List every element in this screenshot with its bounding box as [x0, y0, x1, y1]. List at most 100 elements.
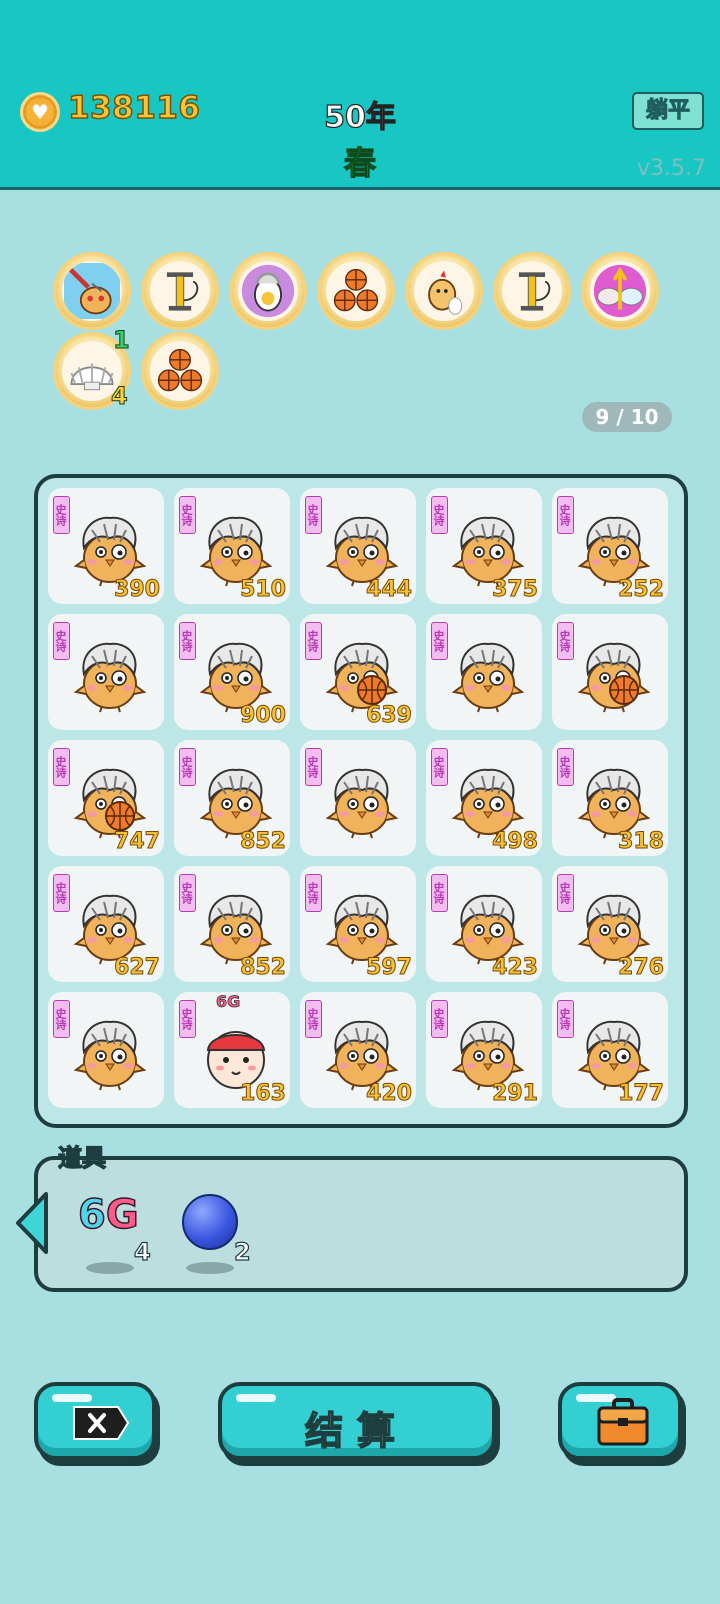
three-basketballs-icon [150, 341, 210, 401]
item-shadow [86, 1262, 134, 1274]
buff-chick-injection-icon[interactable] [53, 252, 131, 330]
grid-cell[interactable]: 史诗 900 [174, 614, 290, 730]
blueberry-icon[interactable] [182, 1194, 238, 1250]
top-bar: ♥ 138116 50年 春 躺平 v3.5.7 [0, 0, 720, 190]
grid-cell[interactable]: 史诗 [48, 614, 164, 730]
cell-value: 390 [114, 577, 161, 603]
lie-flat-button[interactable]: 躺平 [632, 92, 704, 130]
rarity-tag: 史诗 [179, 1000, 196, 1038]
items-title: 道具 [57, 1143, 106, 1172]
cell-value: 639 [366, 703, 413, 729]
grid-cell[interactable]: 史诗 597 [300, 866, 416, 982]
chick-icon [196, 508, 276, 588]
chick-icon [448, 886, 528, 966]
buff-chick-with-egg-icon[interactable] [405, 252, 483, 330]
rarity-tag: 史诗 [53, 622, 70, 660]
grid-cell[interactable]: 史诗 852 [174, 866, 290, 982]
rarity-tag: 史诗 [557, 496, 574, 534]
chick-icon [448, 1012, 528, 1092]
rarity-tag: 史诗 [179, 622, 196, 660]
buff-three-basketballs-icon[interactable] [317, 252, 395, 330]
briefcase-icon [597, 1398, 649, 1446]
grid-cell[interactable]: 史诗 390 [48, 488, 164, 604]
item-blueberry-count: 2 [233, 1237, 251, 1266]
grid-cell[interactable]: 史诗 177 [552, 992, 668, 1108]
buff-double-bowl-arrow-icon[interactable] [581, 252, 659, 330]
grid-cell[interactable]: 史诗 276 [552, 866, 668, 982]
chick-basketball-icon [574, 634, 654, 714]
rarity-tag: 史诗 [53, 1000, 70, 1038]
grid-cell[interactable]: 史诗 [426, 614, 542, 730]
rarity-tag: 史诗 [53, 874, 70, 912]
item-shadow [186, 1262, 234, 1274]
grid-cell[interactable]: 史诗 510 [174, 488, 290, 604]
version-label: v3.5.7 [637, 156, 706, 181]
chick-icon [448, 508, 528, 588]
grid-cell[interactable]: 史诗 [552, 614, 668, 730]
grid-cell[interactable]: 史诗 [300, 740, 416, 856]
chick-icon [322, 760, 402, 840]
cell-value: 276 [618, 955, 665, 981]
settle-button[interactable]: 结算 [218, 1382, 496, 1460]
chick-icon [574, 760, 654, 840]
grid-cell[interactable]: 史诗 498 [426, 740, 542, 856]
grid-cell[interactable]: 史诗 375 [426, 488, 542, 604]
page-indicator: 9 / 10 [582, 402, 672, 432]
chick-injection-icon [62, 261, 122, 321]
cell-value: 627 [114, 955, 161, 981]
chick-icon [196, 760, 276, 840]
grid-cell[interactable]: 史诗 291 [426, 992, 542, 1108]
cell-value: 375 [492, 577, 539, 603]
grid-cell[interactable]: 史诗 420 [300, 992, 416, 1108]
briefcase-button[interactable] [558, 1382, 682, 1460]
close-button[interactable] [34, 1382, 156, 1460]
grid-cell[interactable]: 史诗 852 [174, 740, 290, 856]
cell-value: 444 [366, 577, 413, 603]
egg-with-hair-icon [238, 261, 298, 321]
grid-cell[interactable]: 6G 史诗 163 [174, 992, 290, 1108]
three-basketballs-icon [326, 261, 386, 321]
buff-three-basketballs-icon[interactable] [141, 332, 219, 410]
rarity-tag: 史诗 [431, 1000, 448, 1038]
chick-icon [322, 1012, 402, 1092]
grid-cell[interactable]: 史诗 747 [48, 740, 164, 856]
chick-icon [322, 508, 402, 588]
cell-value: 852 [240, 829, 287, 855]
grid-cell[interactable]: 史诗 639 [300, 614, 416, 730]
rarity-tag: 史诗 [431, 622, 448, 660]
rarity-tag: 史诗 [305, 622, 322, 660]
cell-value: 498 [492, 829, 539, 855]
cell-value: 852 [240, 955, 287, 981]
rarity-tag: 史诗 [179, 496, 196, 534]
grid-cell[interactable]: 史诗 423 [426, 866, 542, 982]
chevron-left-icon[interactable] [12, 1190, 52, 1256]
rarity-tag: 史诗 [557, 748, 574, 786]
chick-with-egg-icon [414, 261, 474, 321]
cell-value: 900 [240, 703, 287, 729]
rarity-tag: 史诗 [557, 622, 574, 660]
chick-basketball-icon [70, 760, 150, 840]
season-label: 春 [343, 143, 376, 182]
chick-icon [70, 634, 150, 714]
buff-egg-with-hair-icon[interactable] [229, 252, 307, 330]
rarity-tag: 史诗 [305, 496, 322, 534]
cell-value: 252 [618, 577, 665, 603]
grid-cell[interactable]: 史诗 318 [552, 740, 668, 856]
buff-air-pump-icon[interactable] [141, 252, 219, 330]
rarity-tag: 史诗 [305, 1000, 322, 1038]
rarity-tag: 史诗 [179, 874, 196, 912]
item-6g[interactable]: 6G [77, 1191, 139, 1239]
chick-icon [574, 508, 654, 588]
rarity-tag: 史诗 [53, 496, 70, 534]
chick-icon [70, 1012, 150, 1092]
buff-badge-top: 1 [113, 326, 131, 355]
grid-cell[interactable]: 史诗 444 [300, 488, 416, 604]
grid-cell[interactable]: 史诗 252 [552, 488, 668, 604]
grid-cell[interactable]: 史诗 [48, 992, 164, 1108]
buff-air-pump-icon[interactable] [493, 252, 571, 330]
grid-cell[interactable]: 史诗 627 [48, 866, 164, 982]
rarity-tag: 史诗 [431, 748, 448, 786]
rarity-tag: 史诗 [179, 748, 196, 786]
rarity-tag: 史诗 [53, 748, 70, 786]
cell-value: 510 [240, 577, 287, 603]
